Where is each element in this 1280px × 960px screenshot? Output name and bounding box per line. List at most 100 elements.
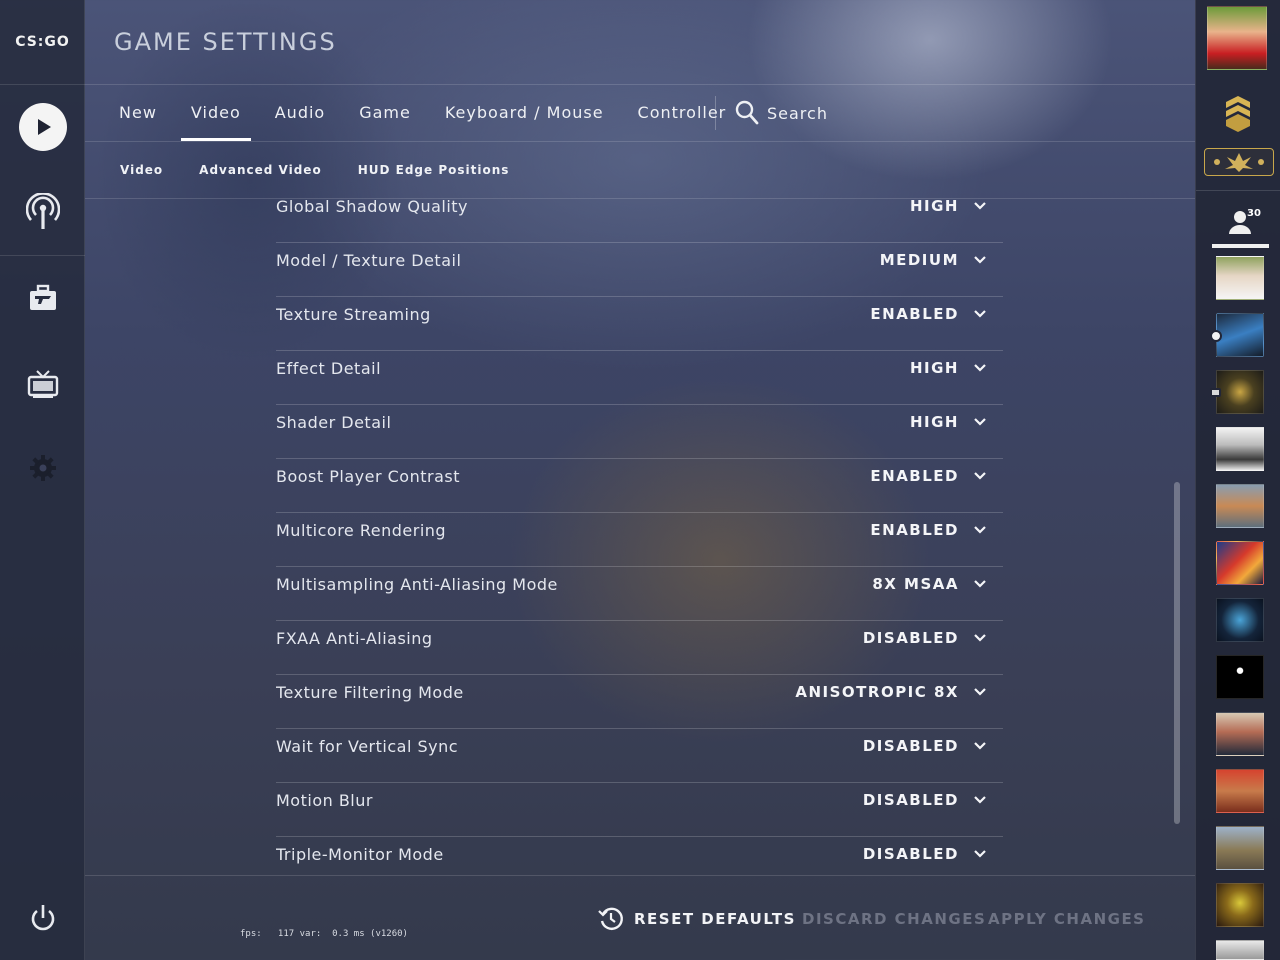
csgo-logo[interactable]: CS:GO: [0, 0, 85, 85]
friend-avatar[interactable]: [1216, 541, 1264, 585]
play-icon: [18, 103, 67, 151]
inventory-button[interactable]: [0, 278, 85, 318]
setting-row[interactable]: Shader Detail HIGH: [276, 405, 1003, 459]
chevron-down-icon[interactable]: [973, 577, 987, 591]
setting-value[interactable]: DISABLED: [863, 737, 959, 755]
friend-avatar[interactable]: [1216, 256, 1264, 300]
setting-row[interactable]: FXAA Anti-Aliasing DISABLED: [276, 621, 1003, 675]
left-navigation: CS:GO: [0, 0, 85, 960]
settings-gear-icon: [29, 455, 56, 481]
setting-label: FXAA Anti-Aliasing: [276, 629, 433, 648]
friend-avatar[interactable]: [1216, 370, 1264, 414]
settings-button[interactable]: [0, 448, 85, 488]
friend-avatar[interactable]: [1216, 427, 1264, 471]
setting-value[interactable]: MEDIUM: [880, 251, 959, 269]
setting-row[interactable]: Model / Texture Detail MEDIUM: [276, 243, 1003, 297]
chevron-down-icon[interactable]: [973, 847, 987, 861]
sub-tabs: Video Advanced Video HUD Edge Positions: [102, 142, 527, 198]
friend-avatar[interactable]: [1216, 313, 1264, 357]
chevron-down-icon[interactable]: [973, 307, 987, 321]
setting-label: Wait for Vertical Sync: [276, 737, 459, 756]
friends-tab-underline: [1212, 244, 1269, 248]
chevron-down-icon[interactable]: [973, 361, 987, 375]
tv-icon: [27, 370, 58, 398]
friend-avatar[interactable]: [1216, 940, 1264, 960]
friend-avatar[interactable]: [1216, 826, 1264, 870]
main-tabs: New Video Audio Game Keyboard / Mouse Co…: [102, 85, 743, 141]
setting-value[interactable]: DISABLED: [863, 629, 959, 647]
chevron-down-icon[interactable]: [973, 523, 987, 537]
play-button[interactable]: [0, 102, 85, 152]
setting-label: Effect Detail: [276, 359, 382, 378]
chevron-down-icon[interactable]: [973, 685, 987, 699]
setting-value[interactable]: HIGH: [910, 413, 959, 431]
setting-row[interactable]: Multicore Rendering ENABLED: [276, 513, 1003, 567]
chevron-down-icon[interactable]: [973, 793, 987, 807]
setting-row[interactable]: Wait for Vertical Sync DISABLED: [276, 729, 1003, 783]
setting-label: Triple-Monitor Mode: [276, 845, 444, 864]
setting-value[interactable]: ANISOTROPIC 8X: [795, 683, 959, 701]
setting-value[interactable]: 8X MSAA: [872, 575, 959, 593]
setting-value[interactable]: DISABLED: [863, 845, 959, 863]
setting-row[interactable]: Global Shadow Quality HIGH: [276, 199, 1003, 243]
search-label: Search: [767, 103, 828, 123]
chevron-down-icon[interactable]: [973, 199, 987, 213]
setting-row[interactable]: Triple-Monitor Mode DISABLED: [276, 837, 1003, 875]
status-watching-icon: [1210, 388, 1221, 397]
setting-row[interactable]: Texture Streaming ENABLED: [276, 297, 1003, 351]
setting-value[interactable]: DISABLED: [863, 791, 959, 809]
subtab-advanced-video[interactable]: Advanced Video: [181, 142, 340, 198]
profile-avatar[interactable]: [1207, 6, 1267, 70]
friend-avatar[interactable]: [1216, 655, 1264, 699]
watch-button[interactable]: [0, 364, 85, 404]
setting-row[interactable]: Multisampling Anti-Aliasing Mode 8X MSAA: [276, 567, 1003, 621]
rank-badge-icon[interactable]: [1204, 148, 1274, 176]
chevron-down-icon[interactable]: [973, 253, 987, 267]
quit-button[interactable]: [0, 898, 85, 938]
setting-row[interactable]: Motion Blur DISABLED: [276, 783, 1003, 837]
setting-label: Model / Texture Detail: [276, 251, 462, 270]
subtab-hud-edge-positions[interactable]: HUD Edge Positions: [340, 142, 528, 198]
setting-row[interactable]: Boost Player Contrast ENABLED: [276, 459, 1003, 513]
setting-value[interactable]: HIGH: [910, 359, 959, 377]
broadcast-icon: [25, 193, 60, 229]
discard-changes-button[interactable]: DISCARD CHANGES: [802, 910, 986, 928]
tab-game[interactable]: Game: [342, 85, 428, 141]
chevron-down-icon[interactable]: [973, 469, 987, 483]
tab-new[interactable]: New: [102, 85, 174, 141]
setting-row[interactable]: Texture Filtering Mode ANISOTROPIC 8X: [276, 675, 1003, 729]
friends-tab[interactable]: [1212, 204, 1270, 248]
tab-controller[interactable]: Controller: [621, 85, 744, 141]
friend-avatar[interactable]: [1216, 769, 1264, 813]
tab-divider: [715, 96, 716, 130]
power-icon: [31, 905, 54, 931]
setting-label: Motion Blur: [276, 791, 373, 810]
apply-changes-button[interactable]: APPLY CHANGES: [988, 910, 1146, 928]
tab-audio[interactable]: Audio: [258, 85, 342, 141]
settings-scrollbar[interactable]: [1174, 482, 1180, 824]
friend-avatar[interactable]: [1216, 883, 1264, 927]
rank-chevron-icon[interactable]: [1222, 96, 1254, 132]
chevron-down-icon[interactable]: [973, 631, 987, 645]
tab-keyboard-mouse[interactable]: Keyboard / Mouse: [428, 85, 621, 141]
watch-broadcast-button[interactable]: [0, 190, 85, 234]
setting-value[interactable]: ENABLED: [870, 521, 959, 539]
friends-count: 30: [1247, 208, 1261, 219]
setting-label: Texture Streaming: [276, 305, 431, 324]
subtab-video[interactable]: Video: [102, 142, 181, 198]
setting-label: Global Shadow Quality: [276, 199, 469, 216]
chevron-down-icon[interactable]: [973, 739, 987, 753]
friend-avatar[interactable]: [1216, 598, 1264, 642]
friend-avatar[interactable]: [1216, 484, 1264, 528]
setting-value[interactable]: ENABLED: [870, 305, 959, 323]
history-icon: [598, 907, 623, 930]
chevron-down-icon[interactable]: [973, 415, 987, 429]
tab-video[interactable]: Video: [174, 85, 258, 141]
reset-defaults-button[interactable]: RESET DEFAULTS: [598, 906, 796, 932]
setting-label: Multicore Rendering: [276, 521, 447, 540]
search-button[interactable]: Search: [735, 99, 828, 127]
setting-value[interactable]: ENABLED: [870, 467, 959, 485]
setting-row[interactable]: Effect Detail HIGH: [276, 351, 1003, 405]
friend-avatar[interactable]: [1216, 712, 1264, 756]
setting-value[interactable]: HIGH: [910, 199, 959, 215]
